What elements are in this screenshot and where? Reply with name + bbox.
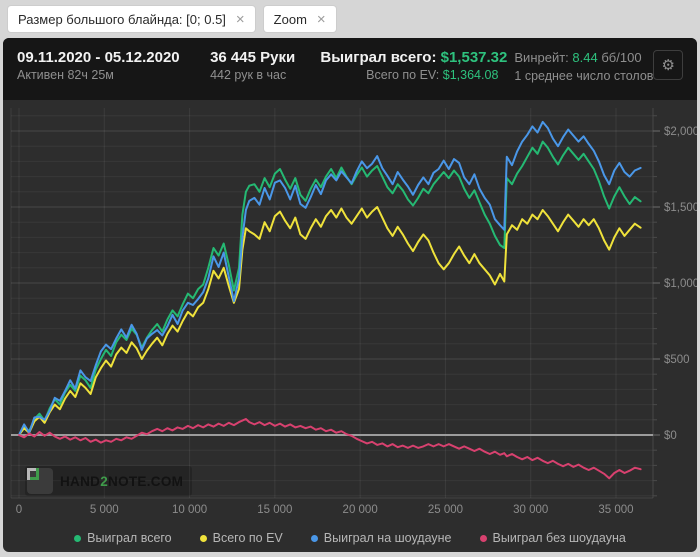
avg-tables: 1 среднее число столов xyxy=(514,69,654,83)
session-report-panel: 09.11.2020 - 05.12.2020 Активен 82ч 25м … xyxy=(3,38,697,552)
legend-label: Выиграл всего xyxy=(87,531,172,545)
y-axis-label: $1,000 xyxy=(664,278,697,290)
winnings-chart[interactable]: $0 $500 $1,000 $1,500 $2,000 0 5 000 10 000 15 0… xyxy=(3,100,697,552)
date-range: 09.11.2020 - 05.12.2020 xyxy=(17,49,180,66)
close-icon[interactable]: × xyxy=(317,12,326,27)
active-time: Активен 82ч 25м xyxy=(17,68,114,82)
legend-item-2[interactable]: Выиграл на шоудауне xyxy=(310,531,452,545)
x-axis-label: 20 000 xyxy=(343,504,378,516)
x-axis-label: 30 000 xyxy=(513,504,548,516)
legend-dot-icon xyxy=(479,534,487,542)
watermark-text: HAND2NOTE.COM xyxy=(60,473,184,489)
legend-label: Выиграл на шоудауне xyxy=(323,531,452,545)
winrate-value: 8.44 xyxy=(572,50,598,65)
gear-icon[interactable]: ⚙ xyxy=(653,50,683,80)
chart-legend: Выиграл всего Всего по EV Выиграл на шоуда… xyxy=(3,531,697,545)
ev-total-line: Всего по EV: $1,364.08 xyxy=(366,68,499,82)
x-axis-label: 25 000 xyxy=(428,504,463,516)
y-axis-label: $0 xyxy=(664,430,677,442)
close-icon[interactable]: × xyxy=(236,12,245,27)
hands-per-hour: 442 рук в час xyxy=(210,68,287,82)
filter-bar: Размер большого блайнда: [0; 0.5] × Zoom… xyxy=(0,0,700,38)
x-axis-label: 5 000 xyxy=(90,504,119,516)
series-line-2 xyxy=(18,120,642,436)
legend-dot-icon xyxy=(74,534,82,542)
won-total-value: $1,537.32 xyxy=(440,49,508,66)
legend-label: Всего по EV xyxy=(212,531,283,545)
ev-total-value: $1,364.08 xyxy=(442,68,499,82)
filter-chip-label: Размер большого блайнда: [0; 0.5] xyxy=(18,11,226,27)
filter-chip-big-blind[interactable]: Размер большого блайнда: [0; 0.5] × xyxy=(8,6,255,32)
y-axis-label: $500 xyxy=(664,354,690,366)
legend-item-0[interactable]: Выиграл всего xyxy=(74,531,172,545)
x-axis-label: 35 000 xyxy=(598,504,633,516)
stats-header: 09.11.2020 - 05.12.2020 Активен 82ч 25м … xyxy=(3,38,697,100)
legend-dot-icon xyxy=(310,534,318,542)
winrate-line: Винрейт: 8.44 бб/100 xyxy=(514,50,642,65)
legend-label: Выиграл без шоудауна xyxy=(492,531,626,545)
legend-item-3[interactable]: Выиграл без шоудауна xyxy=(479,531,626,545)
x-axis-label: 0 xyxy=(16,504,22,516)
won-total-line: Выиграл всего: $1,537.32 xyxy=(320,49,508,66)
hand2note-watermark: HAND2NOTE.COM xyxy=(25,466,193,496)
hand2note-logo-icon xyxy=(27,468,53,494)
legend-item-1[interactable]: Всего по EV xyxy=(199,531,283,545)
hands-total: 36 445 Руки xyxy=(210,49,296,66)
x-axis-label: 10 000 xyxy=(172,504,207,516)
filter-chip-zoom[interactable]: Zoom × xyxy=(263,6,336,32)
x-axis-label: 15 000 xyxy=(257,504,292,516)
series-line-1 xyxy=(18,206,642,436)
series-line-0 xyxy=(18,140,642,436)
legend-dot-icon xyxy=(199,534,207,542)
y-axis-label: $2,000 xyxy=(664,126,697,138)
y-axis-label: $1,500 xyxy=(664,202,697,214)
filter-chip-label: Zoom xyxy=(273,11,307,27)
